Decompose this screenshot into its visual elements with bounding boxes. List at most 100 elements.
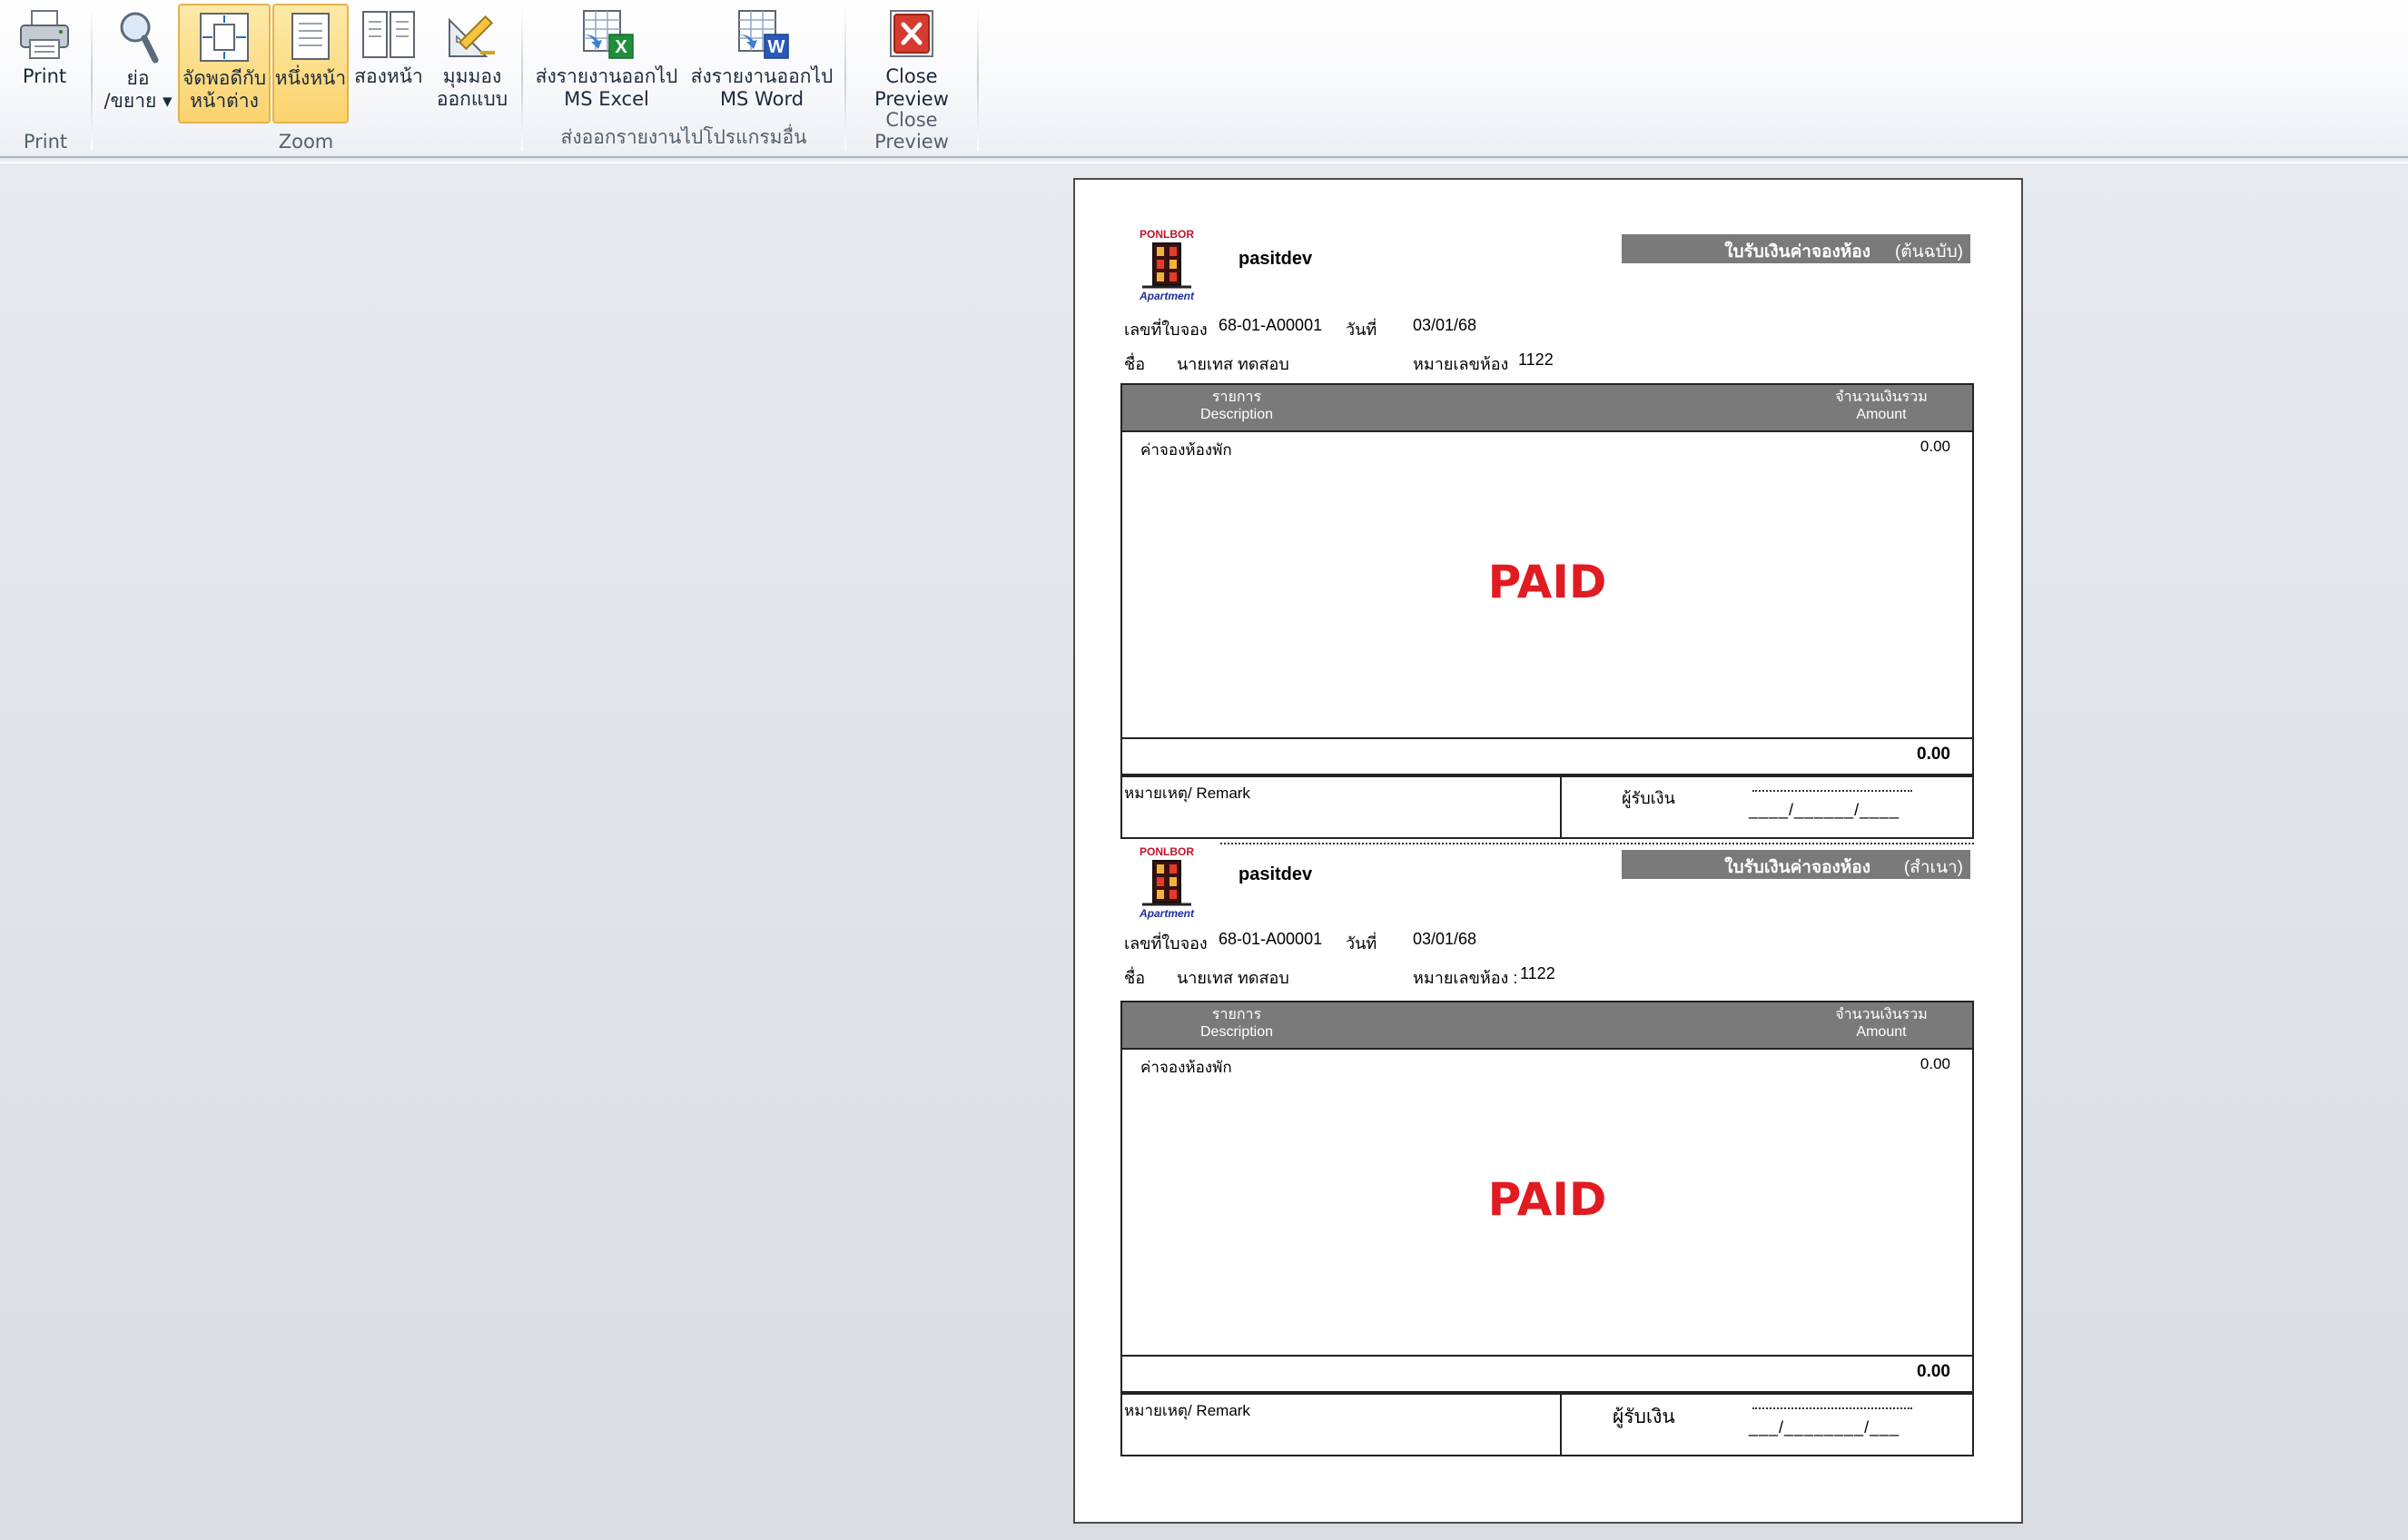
remark-section: หมายเหตุ/ Remark ผู้รับเงิน ___/________… [1120,1393,1974,1456]
print-group-label: Print [23,131,68,153]
total-row: 0.00 [1122,1355,1972,1391]
export-word-button[interactable]: W ส่งรายงานออกไป MS Word [685,4,839,123]
receiver-label: ผู้รับเงิน [1622,789,1675,807]
zoom-button-label: ย่อ /ขยาย ▾ [104,67,173,112]
item-table-header: รายการ Description จำนวนเงินรวม Amount [1122,1002,1972,1050]
print-button-label: Print [22,65,67,87]
company-name: pasitdev [1239,864,1313,884]
zoom-group-label: Zoom [278,131,334,153]
company-name: pasitdev [1239,249,1313,269]
total-amount: 0.00 [1917,1362,1950,1381]
total-amount: 0.00 [1917,745,1950,764]
amount-column-header: จำนวนเงินรวม Amount [1835,390,1928,422]
export-excel-label: ส่งรายงานออกไป MS Excel [535,65,678,110]
cut-line [1220,843,1974,844]
receipt-title-bar: ใบรับเงินค่าจองห้อง (ต้นฉบับ) [1622,234,1970,263]
customer-name-label: ชื่อ [1124,355,1146,373]
item-description: ค่าจองห้องพัก [1140,441,1232,459]
item-amount: 0.00 [1919,438,1950,455]
signature-line [1752,790,1912,792]
printer-icon [20,10,69,59]
receive-date-blank: ____/______/____ [1749,801,1900,819]
excel-export-icon: X [580,10,634,59]
receipt-copy-type: (ต้นฉบับ) [1894,242,1963,262]
print-button[interactable]: Print [5,4,84,123]
total-row: 0.00 [1122,737,1972,774]
description-column-header: รายการ Description [1199,390,1274,422]
booking-no-value: 68-01-A00001 [1219,930,1323,948]
item-description: ค่าจองห้องพัก [1140,1059,1232,1076]
receipt-title-bar: ใบรับเงินค่าจองห้อง (สำเนา) [1622,850,1970,879]
fit-window-label: จัดพอดีกับ หน้าต่าง [182,67,267,112]
customer-name-value: นายเทส ทดสอบ [1177,355,1289,373]
remark-label: หมายเหตุ/ Remark [1124,1402,1250,1419]
export-group-label: ส่งออกรายงานไปโปรแกรมอื่น [560,126,807,148]
svg-text:W: W [768,37,785,57]
fit-window-icon [200,13,249,62]
design-view-button[interactable]: มุมมอง ออกแบบ [429,4,516,123]
item-amount: 0.00 [1919,1055,1950,1072]
date-label: วันที่ [1346,934,1377,953]
room-no-label: หมายเลขห้อง [1413,355,1509,373]
apartment-logo: PONLBOR Apartment [1139,228,1195,302]
print-group: Print Print [0,0,91,156]
receipt-original: PONLBOR Apartment pasitdev ใบรับเงินค่าจ… [1075,180,2021,839]
date-value: 03/01/68 [1413,930,1477,948]
description-column-header: รายการ Description [1199,1007,1274,1040]
amount-column-header: จำนวนเงินรวม Amount [1835,1007,1928,1040]
two-pages-button[interactable]: สองหน้า [350,4,427,123]
date-label: วันที่ [1346,321,1377,339]
receipt-title: ใบรับเงินค่าจองห้อง [1724,242,1870,262]
item-table-header: รายการ Description จำนวนเงินรวม Amount [1122,385,1972,432]
svg-text:X: X [615,37,627,57]
room-no-label: หมายเลขห้อง : [1413,969,1518,987]
logo-subtext: Apartment [1139,290,1195,302]
close-preview-group: Close Preview Close Preview [846,0,977,156]
one-page-label: หนึ่งหน้า [274,67,347,89]
booking-no-value: 68-01-A00001 [1219,316,1323,334]
apartment-logo: PONLBOR Apartment [1139,845,1195,920]
export-group: X ส่งรายงานออกไป MS Excel W ส่งรายงานออก… [523,0,844,156]
one-page-button[interactable]: หนึ่งหน้า [272,4,349,123]
close-preview-button[interactable]: Close Preview [864,4,959,123]
receive-date-blank: ___/________/___ [1749,1418,1900,1436]
remark-label: หมายเหตุ/ Remark [1124,785,1250,802]
fit-window-button[interactable]: จัดพอดีกับ หน้าต่าง [178,4,271,123]
receipt-copy-type: (สำเนา) [1903,858,1963,877]
export-excel-button[interactable]: X ส่งรายงานออกไป MS Excel [530,4,683,123]
zoom-group: ย่อ /ขยาย ▾ จัดพอดีกับ หน้าต่าง หนึ่งหน้… [93,0,519,156]
two-pages-icon [362,11,415,58]
two-pages-label: สองหน้า [354,65,423,87]
remark-divider [1560,777,1562,837]
receiver-label: ผู้รับเงิน [1613,1407,1675,1427]
close-preview-label: Close Preview [874,65,949,110]
logo-subtext: Apartment [1139,907,1195,920]
customer-name-value: นายเทส ทดสอบ [1177,969,1289,987]
magnifier-icon [120,12,159,64]
customer-name-label: ชื่อ [1124,969,1146,987]
remark-section: หมายเหตุ/ Remark ผู้รับเงิน ____/______/… [1120,775,1974,839]
design-view-label: มุมมอง ออกแบบ [436,65,508,110]
export-word-label: ส่งรายงานออกไป MS Word [690,65,834,110]
receipt-copy: PONLBOR Apartment pasitdev ใบรับเงินค่าจ… [1075,843,2021,1496]
paid-stamp: PAID [1487,556,1607,608]
signature-line [1752,1407,1912,1409]
report-page: PONLBOR Apartment pasitdev ใบรับเงินค่าจ… [1073,178,2023,1524]
close-preview-group-label: Close Preview [874,109,949,153]
zoom-button[interactable]: ย่อ /ขยาย ▾ [100,4,176,123]
one-page-icon [291,13,330,60]
booking-no-label: เลขที่ใบจอง [1124,321,1208,339]
receipt-title: ใบรับเงินค่าจองห้อง [1724,858,1870,877]
booking-no-label: เลขที่ใบจอง [1124,934,1208,953]
item-table: รายการ Description จำนวนเงินรวม Amount ค… [1120,1001,1974,1393]
logo-text: PONLBOR [1140,845,1194,858]
room-no-value: 1122 [1520,964,1555,982]
ribbon-toolbar: Print Print ย่อ /ขยาย ▾ จัดพอดีกับ หน้าต… [0,0,2408,158]
close-preview-icon [890,10,933,57]
date-value: 03/01/68 [1413,316,1477,334]
logo-text: PONLBOR [1140,228,1194,241]
design-view-icon [449,15,495,57]
paid-stamp: PAID [1487,1173,1607,1226]
remark-divider [1560,1395,1562,1455]
word-export-icon: W [735,10,789,59]
